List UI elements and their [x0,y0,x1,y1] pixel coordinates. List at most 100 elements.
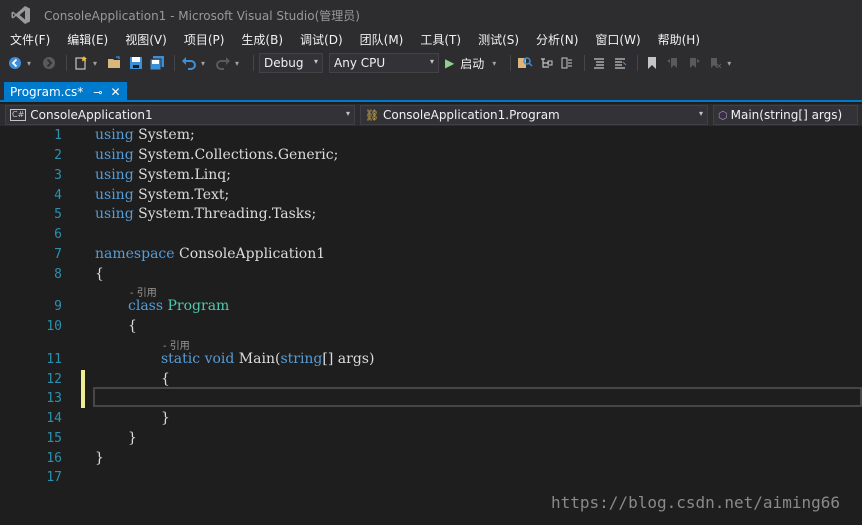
line-number: 17 [46,470,62,485]
code-line: using System.Linq; [95,167,231,183]
class-view-icon[interactable] [558,54,576,72]
save-icon[interactable] [127,54,145,72]
code-line: class Program [128,298,230,314]
change-marker [81,370,85,408]
line-number: 10 [46,319,62,334]
line-number: 3 [54,168,62,183]
code-line: } [95,450,104,466]
document-tab-strip: Program.cs* ⊸ ✕ [0,76,862,102]
toolbar-separator [584,55,586,71]
code-line: { [128,318,137,334]
redo-dropdown-icon[interactable]: ▾ [235,59,245,68]
new-dropdown-icon[interactable]: ▾ [93,59,103,68]
navigate-forward-icon[interactable] [40,54,58,72]
configuration-value: Debug [264,56,304,70]
previous-bookmark-icon[interactable] [664,54,682,72]
chevron-down-icon: ▾ [429,57,434,66]
menu-debug[interactable]: 调试(D) [294,31,349,49]
line-number: 15 [46,431,62,446]
line-number: 16 [46,451,62,466]
standard-toolbar: ▾ ▾ ▾ ▾ Debug ▾ Any CPU ▾ ▶ 启动 ▾ ▾ [0,50,862,76]
solution-configuration-select[interactable]: Debug ▾ [259,53,323,73]
toolbar-separator [637,55,639,71]
start-debugging-button[interactable]: ▶ 启动 [445,55,484,72]
menu-test[interactable]: 测试(S) [472,31,525,49]
current-line-highlight [93,387,862,407]
menu-analyze[interactable]: 分析(N) [530,31,584,49]
code-line: { [161,371,170,387]
chevron-down-icon: ▾ [345,109,350,118]
new-project-icon[interactable] [72,54,90,72]
pin-icon[interactable]: ⊸ [93,86,102,99]
play-icon: ▶ [445,56,455,70]
start-dropdown-icon[interactable]: ▾ [492,59,502,68]
codelens-references[interactable]: - 引用 [163,337,190,352]
close-icon[interactable]: ✕ [111,85,121,99]
chevron-down-icon: ▾ [313,57,318,66]
line-number: 8 [54,267,62,282]
navigation-bar: C# ConsoleApplication1 ▾ ⛓ ConsoleApplic… [0,104,862,126]
line-number: 2 [54,148,62,163]
class-dropdown[interactable]: ⛓ ConsoleApplication1.Program ▾ [360,105,708,125]
menu-bar: 文件(F) 编辑(E) 视图(V) 项目(P) 生成(B) 调试(D) 团队(M… [0,30,862,50]
menu-project[interactable]: 项目(P) [178,31,231,49]
title-bar: ConsoleApplication1 - Microsoft Visual S… [0,0,862,30]
code-editor[interactable]: 1 2 3 4 5 6 7 8 9 10 11 12 13 14 15 16 1… [0,127,862,525]
menu-edit[interactable]: 编辑(E) [61,31,114,49]
undo-dropdown-icon[interactable]: ▾ [201,59,211,68]
line-number: 1 [54,128,62,143]
window-title: ConsoleApplication1 - Microsoft Visual S… [44,8,360,23]
menu-file[interactable]: 文件(F) [4,31,56,49]
line-number: 12 [46,372,62,387]
menu-view[interactable]: 视图(V) [119,31,173,49]
toolbar-separator [174,55,175,71]
back-dropdown-icon[interactable]: ▾ [27,59,37,68]
save-all-icon[interactable] [148,54,166,72]
menu-tools[interactable]: 工具(T) [414,31,467,49]
tab-label: Program.cs* [10,85,84,99]
code-line: using System.Threading.Tasks; [95,206,317,222]
project-dropdown[interactable]: C# ConsoleApplication1 ▾ [5,105,355,125]
class-value: ConsoleApplication1.Program [382,108,560,122]
line-number: 5 [54,207,62,222]
solution-platform-select[interactable]: Any CPU ▾ [329,53,439,73]
toolbar-separator [66,55,67,71]
csharp-project-icon: C# [10,109,27,121]
clear-bookmarks-icon[interactable] [706,54,724,72]
comment-lines-icon[interactable] [590,54,608,72]
visual-studio-logo-icon [10,4,32,26]
menu-help[interactable]: 帮助(H) [652,31,706,49]
menu-build[interactable]: 生成(B) [235,31,289,49]
tab-program-cs[interactable]: Program.cs* ⊸ ✕ [4,82,127,102]
bookmark-icon[interactable] [643,54,661,72]
code-line: namespace ConsoleApplication1 [95,246,326,262]
line-number: 13 [46,391,62,406]
code-line: } [161,410,170,426]
navigate-back-icon[interactable] [6,54,24,72]
start-label: 启动 [460,56,485,71]
find-in-files-icon[interactable] [516,54,534,72]
open-file-icon[interactable] [106,54,124,72]
platform-value: Any CPU [334,56,386,70]
redo-icon[interactable] [214,54,232,72]
next-bookmark-icon[interactable] [685,54,703,72]
code-line: using System.Collections.Generic; [95,147,339,163]
line-number: 14 [46,411,62,426]
member-dropdown[interactable]: ⬡ Main(string[] args) [713,105,858,125]
code-line: static void Main(string[] args) [161,351,375,367]
solution-explorer-icon[interactable] [537,54,555,72]
line-number: 9 [54,299,62,314]
watermark-url: https://blog.csdn.net/aiming66 [551,493,840,512]
project-value: ConsoleApplication1 [30,108,153,122]
uncomment-lines-icon[interactable] [611,54,629,72]
line-number: 7 [54,247,62,262]
toolbar-options-icon[interactable]: ▾ [727,59,737,68]
code-line: using System.Text; [95,187,230,203]
code-line: using System; [95,127,195,143]
line-number: 11 [46,352,62,367]
undo-icon[interactable] [180,54,198,72]
menu-team[interactable]: 团队(M) [354,31,410,49]
menu-window[interactable]: 窗口(W) [589,31,646,49]
toolbar-separator [253,55,254,71]
codelens-references[interactable]: - 引用 [130,284,157,299]
